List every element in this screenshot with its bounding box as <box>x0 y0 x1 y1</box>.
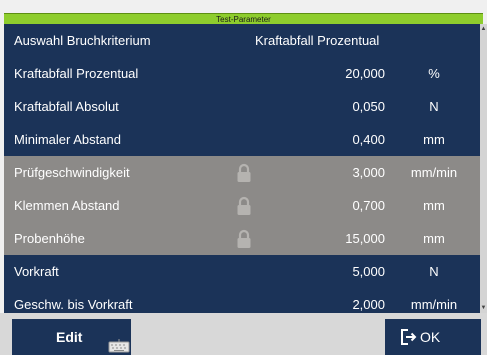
parameter-unit: N <box>429 264 439 279</box>
footer-bar: Edit OK <box>0 313 487 355</box>
parameter-row-probenhoehe: Probenhöhe 15,000 mm <box>4 222 480 255</box>
ok-button[interactable]: OK <box>385 319 481 355</box>
parameter-unit: mm/min <box>410 297 458 312</box>
parameter-label: Prüfgeschwindigkeit <box>14 165 130 180</box>
parameter-unit: % <box>428 66 440 81</box>
parameter-label: Kraftabfall Prozentual <box>14 66 139 81</box>
parameter-row-klemmen-abstand: Klemmen Abstand 0,700 mm <box>4 189 480 222</box>
parameter-unit: N <box>429 99 439 114</box>
parameter-label: Auswahl Bruchkriterium <box>14 33 151 48</box>
parameter-label: Probenhöhe <box>14 231 85 246</box>
parameter-value: 3,000 <box>352 165 385 180</box>
parameter-row-vorkraft[interactable]: Vorkraft 5,000 N <box>4 255 480 288</box>
ok-button-label: OK <box>420 329 441 345</box>
keyboard-icon <box>108 339 130 353</box>
chevron-up-icon[interactable]: ▲ <box>480 24 487 34</box>
parameter-label: Vorkraft <box>14 264 59 279</box>
parameter-value: 15,000 <box>345 231 385 246</box>
lock-icon <box>237 229 251 248</box>
parameter-row-pruefgeschwindigkeit: Prüfgeschwindigkeit 3,000 mm/min <box>4 156 480 189</box>
lock-icon <box>237 196 251 215</box>
parameter-unit: mm/min <box>410 165 458 180</box>
parameter-row-geschw-bis-vorkraft[interactable]: Geschw. bis Vorkraft 2,000 mm/min <box>4 288 480 313</box>
window-title: Test-Parameter <box>4 13 483 24</box>
parameter-row-kraftabfall-absolut[interactable]: Kraftabfall Absolut 0,050 N <box>4 90 480 123</box>
chevron-down-icon[interactable]: ▼ <box>480 303 487 313</box>
parameter-row-kraftabfall-prozentual[interactable]: Kraftabfall Prozentual 20,000 % <box>4 57 480 90</box>
parameter-label: Geschw. bis Vorkraft <box>14 297 133 312</box>
vertical-scrollbar[interactable]: ▲ ▼ <box>480 24 487 313</box>
parameter-label: Klemmen Abstand <box>14 198 120 213</box>
parameter-value[interactable]: 2,000 <box>352 288 385 313</box>
lock-icon <box>237 163 251 182</box>
parameter-unit: mm <box>423 231 445 246</box>
parameter-value: 0,700 <box>352 198 385 213</box>
parameter-value[interactable]: 5,000 <box>352 255 385 288</box>
parameter-label: Kraftabfall Absolut <box>14 99 119 114</box>
parameter-value[interactable]: Kraftabfall Prozentual <box>255 24 379 57</box>
parameter-value[interactable]: 20,000 <box>345 57 385 90</box>
parameter-row-auswahl-bruchkriterium[interactable]: Auswahl Bruchkriterium Kraftabfall Proze… <box>4 24 480 57</box>
parameter-row-minimaler-abstand[interactable]: Minimaler Abstand 0,400 mm <box>4 123 480 156</box>
parameter-value[interactable]: 0,400 <box>352 123 385 156</box>
parameter-unit: mm <box>423 132 445 147</box>
edit-button[interactable]: Edit <box>12 319 131 355</box>
exit-arrow-icon <box>401 329 417 345</box>
parameter-label: Minimaler Abstand <box>14 132 121 147</box>
parameter-unit: mm <box>423 198 445 213</box>
parameter-value[interactable]: 0,050 <box>352 90 385 123</box>
edit-button-label: Edit <box>56 329 83 345</box>
parameter-list: Auswahl Bruchkriterium Kraftabfall Proze… <box>4 24 480 313</box>
